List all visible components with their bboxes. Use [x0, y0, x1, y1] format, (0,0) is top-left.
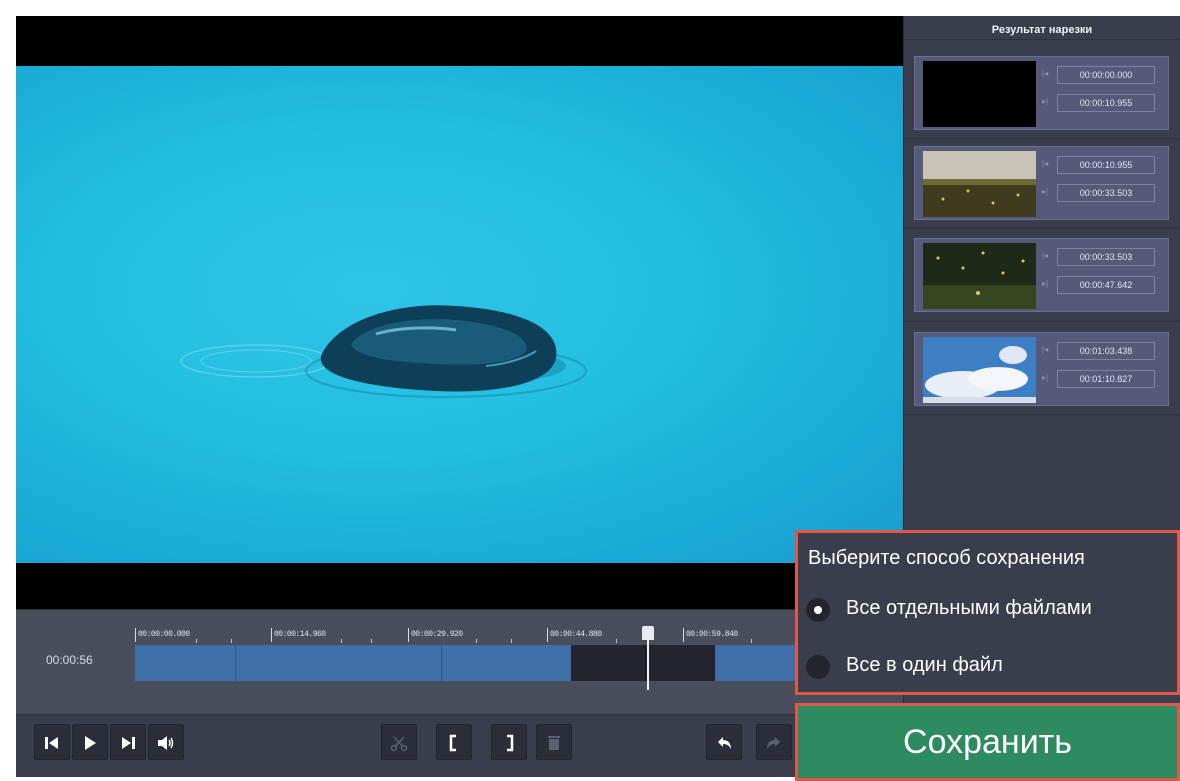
scissors-icon [390, 736, 408, 752]
timeline-major-tick [135, 628, 136, 642]
panel-title: Результат нарезки [904, 16, 1180, 40]
clip-thumbnail [923, 337, 1036, 403]
clip-thumbnail [923, 61, 1036, 127]
option-label: Все в один файл [846, 654, 1003, 676]
clip-separator [904, 414, 1180, 415]
timeline-tick-label: 00:00:44.880 [550, 630, 602, 639]
mark-out-icon [507, 734, 514, 752]
save-options-title: Выберите способ сохранения [808, 547, 1085, 569]
clip-end-time[interactable]: 00:00:33.503 [1057, 184, 1155, 202]
timeline-minor-tick [231, 639, 232, 643]
clip-end-time[interactable]: 00:00:47.642 [1057, 276, 1155, 294]
timeline-minor-tick [476, 639, 477, 643]
timeline-minor-tick [751, 639, 752, 643]
timeline-major-tick [547, 628, 548, 642]
segment-divider [441, 645, 442, 681]
clip-separator [904, 228, 1180, 229]
clip-item[interactable]: |◂ 00:00:33.503 ▸| 00:00:47.642 [914, 238, 1169, 312]
clip-thumbnail [923, 151, 1036, 217]
option-label: Все отдельными файлами [846, 597, 1092, 619]
volume-button[interactable] [148, 724, 184, 760]
volume-icon [158, 736, 174, 750]
clip-separator [904, 138, 1180, 139]
timeline-minor-tick [371, 639, 372, 643]
clip-start-time[interactable]: 00:00:33.503 [1057, 248, 1155, 266]
cut-button[interactable] [381, 724, 417, 760]
radio-button[interactable] [806, 655, 830, 679]
current-time-readout: 00:00:56 [46, 653, 93, 667]
mark-out-button[interactable] [491, 724, 527, 760]
skip-to-start-icon [45, 737, 58, 749]
delete-button[interactable] [536, 724, 572, 760]
gap-divider [645, 645, 646, 681]
mark-in-button[interactable] [436, 724, 472, 760]
save-options-dialog: Выберите способ сохранения Все отдельным… [795, 530, 1180, 695]
timeline-tick-label: 00:00:29.920 [411, 630, 463, 639]
skip-to-end-icon [122, 737, 135, 749]
timeline-tick-label: 00:00:14.960 [274, 630, 326, 639]
water-drop-image [180, 305, 587, 398]
radio-button-checked[interactable] [806, 598, 830, 622]
clip-start-icon: |◂ [1042, 159, 1049, 168]
clip-end-icon: ▸| [1042, 97, 1049, 106]
field-dusk-image [923, 151, 1036, 217]
timeline-major-tick [271, 628, 272, 642]
timeline-minor-tick [511, 639, 512, 643]
timeline-minor-tick [196, 639, 197, 643]
clip-start-time[interactable]: 00:00:10.955 [1057, 156, 1155, 174]
clip-start-time[interactable]: 00:00:00.000 [1057, 66, 1155, 84]
clip-start-icon: |◂ [1042, 69, 1049, 78]
video-preview[interactable] [16, 16, 903, 609]
clip-thumbnail [923, 243, 1036, 309]
clip-start-icon: |◂ [1042, 251, 1049, 260]
undo-icon [718, 737, 731, 749]
timeline-tick-label: 00:00:00.000 [138, 630, 190, 639]
trash-icon [548, 736, 560, 750]
clip-separator [904, 321, 1180, 322]
redo-icon [767, 737, 780, 749]
mark-in-icon [449, 734, 456, 752]
timeline-track[interactable] [135, 645, 795, 681]
timeline-minor-tick [341, 639, 342, 643]
skip-to-end-button[interactable] [110, 724, 146, 760]
segment-divider [235, 645, 236, 681]
clip-start-time[interactable]: 00:01:03.438 [1057, 342, 1155, 360]
playback-toolbar [16, 714, 903, 777]
clip-end-icon: ▸| [1042, 373, 1049, 382]
save-button[interactable]: Сохранить [798, 706, 1177, 778]
play-icon [85, 736, 96, 750]
playhead-line [647, 640, 649, 690]
clip-item[interactable]: |◂ 00:00:10.955 ▸| 00:00:33.503 [914, 146, 1169, 220]
play-button[interactable] [72, 724, 108, 760]
timeline-major-tick [683, 628, 684, 642]
clip-end-time[interactable]: 00:01:10.827 [1057, 370, 1155, 388]
clip-start-icon: |◂ [1042, 345, 1049, 354]
save-button-frame: Сохранить [795, 703, 1180, 781]
timeline-segment[interactable] [135, 645, 571, 681]
clouds-image [923, 337, 1036, 403]
clip-end-icon: ▸| [1042, 279, 1049, 288]
clip-end-time[interactable]: 00:00:10.955 [1057, 94, 1155, 112]
fireflies-image [923, 243, 1036, 309]
clip-item[interactable]: |◂ 00:00:00.000 ▸| 00:00:10.955 [914, 56, 1169, 130]
undo-button[interactable] [706, 724, 742, 760]
clip-end-icon: ▸| [1042, 187, 1049, 196]
timeline-major-tick [408, 628, 409, 642]
timeline-segment[interactable] [715, 645, 795, 681]
redo-button[interactable] [756, 724, 792, 760]
playhead-handle[interactable] [642, 626, 654, 640]
video-frame [16, 66, 903, 563]
timeline[interactable]: 00:00:56 00:00:00.000 00:00:14.960 00:00… [16, 609, 903, 714]
clip-item[interactable]: |◂ 00:01:03.438 ▸| 00:01:10.827 [914, 332, 1169, 406]
skip-to-start-button[interactable] [34, 724, 70, 760]
timeline-tick-label: 00:00:59.840 [686, 630, 738, 639]
timeline-minor-tick [616, 639, 617, 643]
